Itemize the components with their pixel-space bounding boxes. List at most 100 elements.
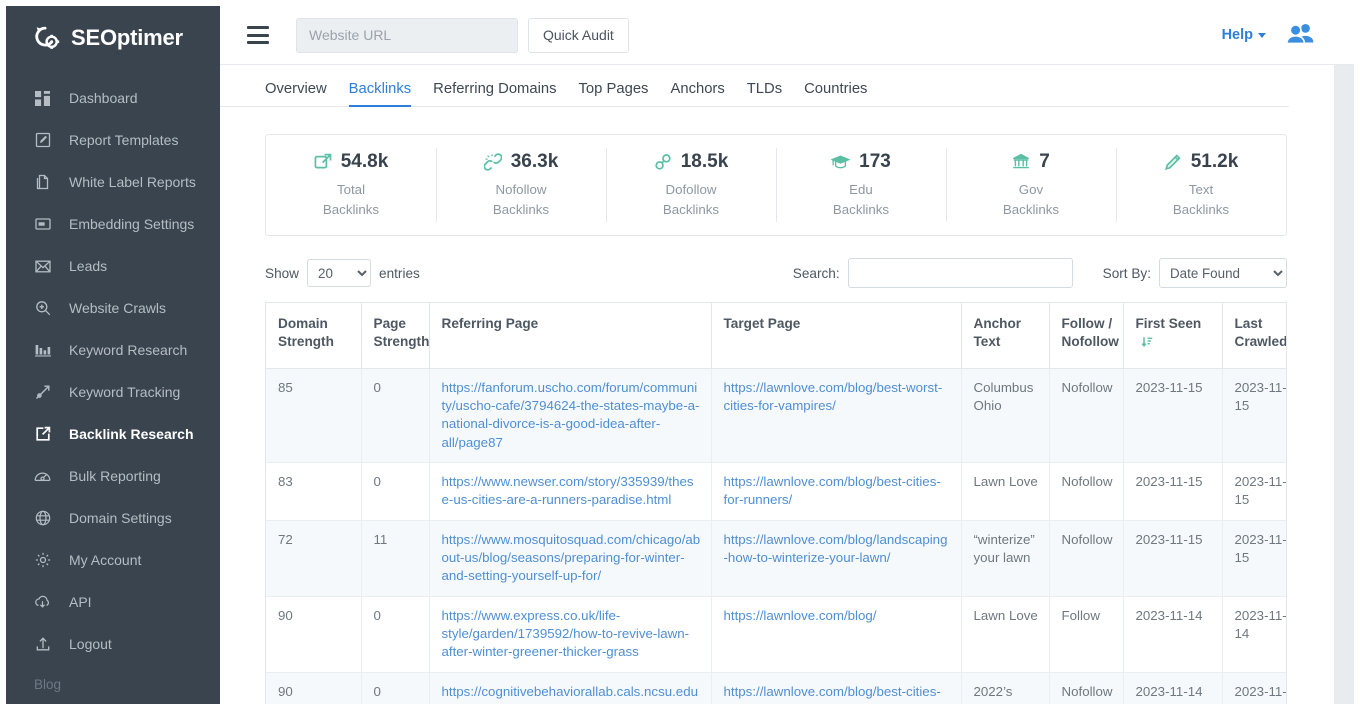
backlinks-table: Domain Strength Page Strength Referring …: [266, 303, 1287, 704]
sidebar-item-label: Dashboard: [69, 90, 138, 106]
sidebar-footer-blog-link[interactable]: Blog: [6, 677, 61, 692]
sidebar-item-report-templates[interactable]: Report Templates: [6, 119, 220, 161]
sidebar-item-api[interactable]: API: [6, 581, 220, 623]
sidebar-item-label: Keyword Research: [69, 342, 187, 358]
brand-logo[interactable]: SEOptimer: [6, 6, 220, 70]
tab-overview[interactable]: Overview: [265, 81, 327, 106]
sidebar-item-bulk-reporting[interactable]: Bulk Reporting: [6, 455, 220, 497]
column-header-referring-page[interactable]: Referring Page: [429, 303, 711, 368]
quick-audit-button[interactable]: Quick Audit: [528, 18, 629, 53]
sidebar-item-white-label-reports[interactable]: White Label Reports: [6, 161, 220, 203]
cell-last-crawled: 2023-11-15: [1222, 520, 1287, 596]
cell-follow: Nofollow: [1049, 463, 1123, 521]
tab-referring-domains[interactable]: Referring Domains: [433, 81, 556, 106]
tab-countries[interactable]: Countries: [804, 81, 867, 106]
column-header-page-strength[interactable]: Page Strength: [361, 303, 429, 368]
cell-anchor-text: Columbus Ohio: [961, 368, 1049, 462]
column-header-first-seen[interactable]: First Seen: [1123, 303, 1222, 368]
stat-label: Edu Backlinks: [833, 180, 889, 220]
sidebar-item-dashboard[interactable]: Dashboard: [6, 77, 220, 119]
tab-anchors[interactable]: Anchors: [670, 81, 724, 106]
target-page-link[interactable]: https://lawnlove.com/blog/best-cities-lo…: [724, 684, 941, 704]
stat-total-backlinks: 54.8k Total Backlinks: [266, 135, 436, 235]
stat-label: Gov Backlinks: [1003, 180, 1059, 220]
cloud-download-icon: [34, 594, 51, 611]
tab-top-pages[interactable]: Top Pages: [579, 81, 649, 106]
cell-domain-strength: 83: [266, 463, 361, 521]
sidebar-item-label: Bulk Reporting: [69, 468, 161, 484]
stat-label-line1: Edu: [849, 182, 873, 197]
sidebar-item-label: Backlink Research: [69, 426, 194, 442]
target-page-link[interactable]: https://lawnlove.com/blog/: [724, 608, 877, 623]
stat-label-line2: Backlinks: [493, 202, 549, 217]
sidebar-item-label: White Label Reports: [69, 174, 196, 190]
cell-domain-strength: 90: [266, 672, 361, 704]
stat-dofollow-backlinks: 18.5k Dofollow Backlinks: [606, 135, 776, 235]
sidebar-item-domain-settings[interactable]: Domain Settings: [6, 497, 220, 539]
sidebar-item-website-crawls[interactable]: Website Crawls: [6, 287, 220, 329]
link-chain-icon: [654, 153, 672, 171]
sidebar-item-keyword-tracking[interactable]: Keyword Tracking: [6, 371, 220, 413]
website-url-input[interactable]: [296, 18, 518, 53]
search-input[interactable]: [848, 258, 1073, 288]
cell-last-crawled: 2023-11-14: [1222, 672, 1287, 704]
cell-follow: Follow: [1049, 596, 1123, 672]
table-header-row: Domain Strength Page Strength Referring …: [266, 303, 1287, 368]
stat-label-line2: Backlinks: [663, 202, 719, 217]
gear-icon: [34, 552, 51, 569]
external-link-icon: [314, 153, 332, 171]
sidebar-item-my-account[interactable]: My Account: [6, 539, 220, 581]
embed-box-icon: [34, 216, 51, 233]
column-header-first-seen-label: First Seen: [1136, 316, 1202, 331]
cell-page-strength: 0: [361, 596, 429, 672]
external-link-icon: [34, 426, 51, 443]
cell-target-page: https://lawnlove.com/blog/best-cities-fo…: [711, 463, 961, 521]
cell-referring-page: https://www.express.co.uk/life-style/gar…: [429, 596, 711, 672]
cell-referring-page: https://cognitivebehaviorallab.cals.ncsu…: [429, 672, 711, 704]
referring-page-link[interactable]: https://cognitivebehaviorallab.cals.ncsu…: [442, 684, 699, 704]
stat-label-line1: Text: [1189, 182, 1213, 197]
page-scrollbar[interactable]: [1334, 65, 1354, 704]
cell-anchor-text: Lawn Love: [961, 463, 1049, 521]
target-page-link[interactable]: https://lawnlove.com/blog/best-worst-cit…: [724, 380, 943, 413]
sidebar-item-backlink-research[interactable]: Backlink Research: [6, 413, 220, 455]
column-header-anchor-text[interactable]: Anchor Text: [961, 303, 1049, 368]
show-label: Show: [265, 266, 299, 281]
target-page-link[interactable]: https://lawnlove.com/blog/best-cities-fo…: [724, 474, 941, 507]
edit-document-icon: [34, 132, 51, 149]
topbar: Quick Audit Help: [220, 6, 1354, 65]
target-page-link[interactable]: https://lawnlove.com/blog/landscaping-ho…: [724, 532, 948, 565]
referring-page-link[interactable]: https://www.mosquitosquad.com/chicago/ab…: [442, 532, 701, 584]
dashboard-icon: [34, 90, 51, 107]
referring-page-link[interactable]: https://www.newser.com/story/335939/thes…: [442, 474, 694, 507]
stat-nofollow-backlinks: 36.3k Nofollow Backlinks: [436, 135, 606, 235]
stat-gov-backlinks: 7 Gov Backlinks: [946, 135, 1116, 235]
stat-value-row: 36.3k: [484, 151, 559, 173]
tab-tlds[interactable]: TLDs: [747, 81, 782, 106]
column-header-target-page[interactable]: Target Page: [711, 303, 961, 368]
referring-page-link[interactable]: https://fanforum.uscho.com/forum/communi…: [442, 380, 700, 450]
sort-by-select[interactable]: Date Found: [1159, 258, 1287, 288]
help-menu[interactable]: Help: [1222, 27, 1266, 43]
tab-backlinks[interactable]: Backlinks: [349, 81, 412, 106]
column-header-last-crawled[interactable]: Last Crawled: [1222, 303, 1287, 368]
sidebar-item-label: Logout: [69, 636, 112, 652]
sidebar-item-leads[interactable]: Leads: [6, 245, 220, 287]
cell-target-page: https://lawnlove.com/blog/best-cities-lo…: [711, 672, 961, 704]
search-sort-group: Search: Sort By: Date Found: [793, 258, 1287, 288]
stat-label-line1: Nofollow: [495, 182, 546, 197]
users-icon[interactable]: [1286, 22, 1314, 49]
cell-follow: Nofollow: [1049, 672, 1123, 704]
sidebar-item-keyword-research[interactable]: Keyword Research: [6, 329, 220, 371]
entries-label: entries: [379, 266, 420, 281]
column-header-follow-nofollow[interactable]: Follow / Nofollow: [1049, 303, 1123, 368]
cell-first-seen: 2023-11-14: [1123, 672, 1222, 704]
cell-target-page: https://lawnlove.com/blog/best-worst-cit…: [711, 368, 961, 462]
stat-value: 54.8k: [341, 151, 389, 173]
column-header-domain-strength[interactable]: Domain Strength: [266, 303, 361, 368]
sidebar-item-embedding-settings[interactable]: Embedding Settings: [6, 203, 220, 245]
referring-page-link[interactable]: https://www.express.co.uk/life-style/gar…: [442, 608, 690, 660]
hamburger-icon[interactable]: [247, 26, 269, 44]
show-entries-select[interactable]: 20: [307, 259, 371, 287]
sidebar-item-logout[interactable]: Logout: [6, 623, 220, 665]
